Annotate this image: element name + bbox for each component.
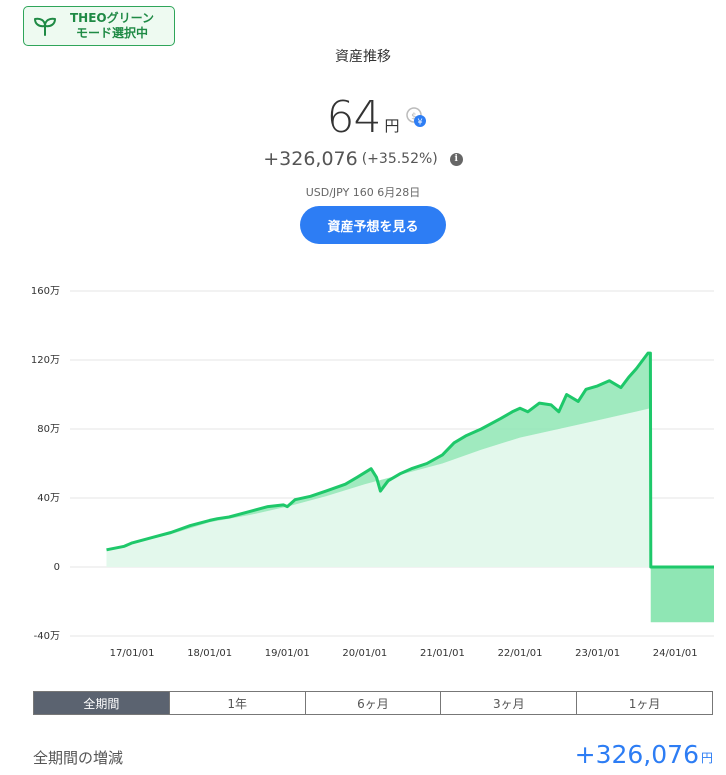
y-tick-label: -40万 [34,631,60,642]
gain-percent: (+35.52%) [361,151,438,167]
badge-line2: モード選択中 [75,26,148,40]
summary-value: +326,076 円 [575,740,713,770]
badge-text: THEOグリーン モード選択中 [62,11,162,41]
tab-3m[interactable]: 3ヶ月 [440,692,577,714]
x-tick-label: 22/01/01 [498,648,543,659]
y-tick-label: 80万 [37,424,60,435]
x-tick-label: 21/01/01 [420,648,465,659]
summary-label: 全期間の増減 [33,749,124,767]
y-tick-label: 160万 [31,286,60,297]
tab-all[interactable]: 全期間 [34,692,169,714]
x-tick-label: 23/01/01 [575,648,620,659]
y-tick-label: 0 [54,562,60,573]
gain-row: +326,076 (+35.52%) i [0,148,726,170]
valuation-amount: 64 [326,92,381,143]
y-tick-label: 120万 [31,355,60,366]
tab-1y[interactable]: 1年 [168,692,305,714]
fx-rate-label: USD/JPY 160 6月28日 [305,186,421,199]
x-tick-label: 20/01/01 [342,648,387,659]
summary-amount: +326,076 [574,740,699,769]
x-tick-label: 24/01/01 [653,648,698,659]
x-tick-label: 18/01/01 [187,648,232,659]
badge-line1: THEOグリーン [69,11,155,25]
svg-text:¥: ¥ [417,118,422,127]
loss-area [650,567,714,623]
green-mode-badge[interactable]: THEOグリーン モード選択中 [23,6,175,46]
valuation-row: 64 円 [0,92,726,144]
info-icon[interactable]: i [449,152,463,166]
gain-value: +326,076 [263,148,358,170]
forecast-button[interactable]: 資産予想を見る [300,206,446,244]
x-tick-label: 17/01/01 [110,648,155,659]
principal-area [106,408,714,623]
tab-6m[interactable]: 6ヶ月 [304,692,441,714]
currency-toggle-icon[interactable]: $ ¥ [404,106,430,130]
x-tick-label: 19/01/01 [265,648,310,659]
sprout-icon [34,17,56,36]
y-tick-label: 40万 [37,493,60,504]
valuation-unit: 円 [384,117,400,135]
asset-chart: 160万 120万 80万 40万 0 -40万 17/01/01 18/01/01 19/01… [31,286,714,659]
summary-unit: 円 [700,751,713,765]
period-tabs: 全期間 1年 6ヶ月 3ヶ月 1ヶ月 [33,691,713,715]
page-title: 資産推移 [335,49,391,65]
tab-1m[interactable]: 1ヶ月 [576,692,712,714]
